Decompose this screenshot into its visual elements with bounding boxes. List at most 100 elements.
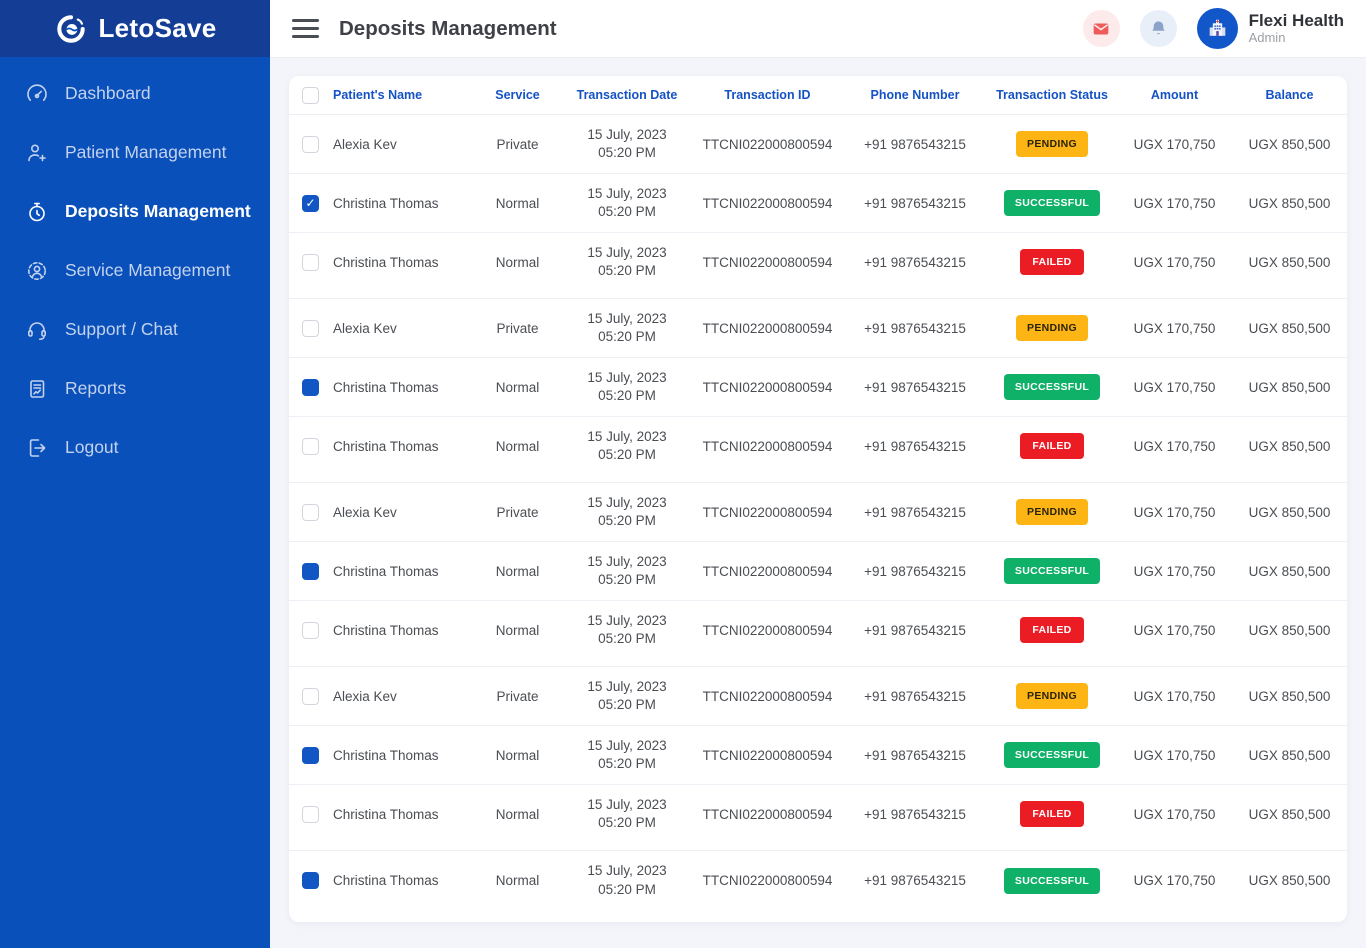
sidebar-item-label: Logout [65,437,119,458]
letosave-logo-icon [53,11,89,47]
notifications-button[interactable] [1140,10,1177,47]
table-row: Alexia Kev Private 15 July, 2023 05:20 P… [289,483,1347,542]
sidebar-item-support-chat[interactable]: Support / Chat [0,300,270,359]
sidebar-item-patient-management[interactable]: Patient Management [0,123,270,182]
cell-phone-number: +91 9876543215 [843,873,987,888]
cell-amount: UGX 170,750 [1117,873,1232,888]
cell-balance: UGX 850,500 [1232,439,1347,454]
row-checkbox[interactable] [302,136,319,153]
cell-service: Normal [473,196,562,211]
col-transaction-id[interactable]: Transaction ID [692,88,843,102]
cell-patient-name: Christina Thomas [323,873,473,888]
cell-amount: UGX 170,750 [1117,439,1232,454]
row-checkbox[interactable] [302,438,319,455]
cell-balance: UGX 850,500 [1232,873,1347,888]
logo[interactable]: LetoSave [0,0,270,57]
table-row: Christina Thomas Normal 15 July, 2023 05… [289,785,1347,851]
sidebar-item-deposits-management[interactable]: Deposits Management [0,182,270,241]
cell-phone-number: +91 9876543215 [843,439,987,454]
status-badge: FAILED [1020,249,1084,275]
row-checkbox[interactable] [302,504,319,521]
cell-phone-number: +91 9876543215 [843,807,987,822]
cell-service: Normal [473,439,562,454]
cell-patient-name: Christina Thomas [323,564,473,579]
row-checkbox[interactable] [302,379,319,396]
mail-button[interactable] [1083,10,1120,47]
cell-transaction-date: 15 July, 2023 05:20 PM [562,369,692,405]
logout-icon [24,435,50,461]
table-row: Christina Thomas Normal 15 July, 2023 05… [289,417,1347,483]
cell-balance: UGX 850,500 [1232,748,1347,763]
row-checkbox[interactable] [302,254,319,271]
cell-service: Private [473,505,562,520]
cell-transaction-date: 15 July, 2023 05:20 PM [562,862,692,898]
col-service[interactable]: Service [473,88,562,102]
date-line: 15 July, 2023 [562,428,692,446]
time-line: 05:20 PM [562,571,692,589]
user-menu[interactable]: Flexi Health Admin [1197,8,1344,49]
row-checkbox[interactable] [302,872,319,889]
cell-amount: UGX 170,750 [1117,748,1232,763]
row-checkbox[interactable] [302,806,319,823]
row-checkbox[interactable] [302,320,319,337]
cell-phone-number: +91 9876543215 [843,321,987,336]
cell-amount: UGX 170,750 [1117,196,1232,211]
status-badge: SUCCESSFUL [1004,558,1100,584]
cell-balance: UGX 850,500 [1232,321,1347,336]
status-badge: FAILED [1020,433,1084,459]
menu-toggle-icon[interactable] [292,14,319,43]
table-row: Christina Thomas Normal 15 July, 2023 05… [289,601,1347,667]
col-amount[interactable]: Amount [1117,88,1232,102]
row-checkbox[interactable] [302,747,319,764]
row-checkbox[interactable] [302,195,319,212]
sidebar-item-dashboard[interactable]: Dashboard [0,64,270,123]
table-row: Christina Thomas Normal 15 July, 2023 05… [289,233,1347,299]
cell-balance: UGX 850,500 [1232,196,1347,211]
cell-patient-name: Christina Thomas [323,380,473,395]
app-title: LetoSave [98,13,216,44]
cell-amount: UGX 170,750 [1117,137,1232,152]
cell-balance: UGX 850,500 [1232,255,1347,270]
cell-transaction-date: 15 July, 2023 05:20 PM [562,310,692,346]
sidebar-item-label: Patient Management [65,142,227,163]
time-line: 05:20 PM [562,755,692,773]
cell-service: Normal [473,623,562,638]
cell-balance: UGX 850,500 [1232,807,1347,822]
date-line: 15 July, 2023 [562,310,692,328]
sidebar-item-reports[interactable]: Reports [0,359,270,418]
col-phone-number[interactable]: Phone Number [843,88,987,102]
time-line: 05:20 PM [562,203,692,221]
cell-balance: UGX 850,500 [1232,505,1347,520]
cell-transaction-id: TTCNI022000800594 [692,137,843,152]
cell-phone-number: +91 9876543215 [843,137,987,152]
status-badge: PENDING [1016,315,1088,341]
sidebar-item-service-management[interactable]: Service Management [0,241,270,300]
sidebar-item-label: Service Management [65,260,230,281]
time-line: 05:20 PM [562,630,692,648]
status-badge: FAILED [1020,801,1084,827]
table-row: Alexia Kev Private 15 July, 2023 05:20 P… [289,299,1347,358]
time-line: 05:20 PM [562,144,692,162]
date-line: 15 July, 2023 [562,244,692,262]
date-line: 15 July, 2023 [562,369,692,387]
sidebar-item-label: Dashboard [65,83,151,104]
row-checkbox[interactable] [302,622,319,639]
cell-patient-name: Christina Thomas [323,255,473,270]
col-transaction-date[interactable]: Transaction Date [562,88,692,102]
date-line: 15 July, 2023 [562,796,692,814]
col-balance[interactable]: Balance [1232,88,1347,102]
row-checkbox[interactable] [302,688,319,705]
cell-service: Normal [473,748,562,763]
col-transaction-status[interactable]: Transaction Status [987,88,1117,102]
status-badge: SUCCESSFUL [1004,742,1100,768]
row-checkbox[interactable] [302,563,319,580]
cell-transaction-id: TTCNI022000800594 [692,873,843,888]
col-patients-name[interactable]: Patient's Name [323,88,473,102]
cell-patient-name: Christina Thomas [323,748,473,763]
sidebar-item-logout[interactable]: Logout [0,418,270,477]
cell-balance: UGX 850,500 [1232,689,1347,704]
select-all-checkbox[interactable] [302,87,319,104]
status-badge: FAILED [1020,617,1084,643]
cell-phone-number: +91 9876543215 [843,255,987,270]
cell-transaction-id: TTCNI022000800594 [692,380,843,395]
